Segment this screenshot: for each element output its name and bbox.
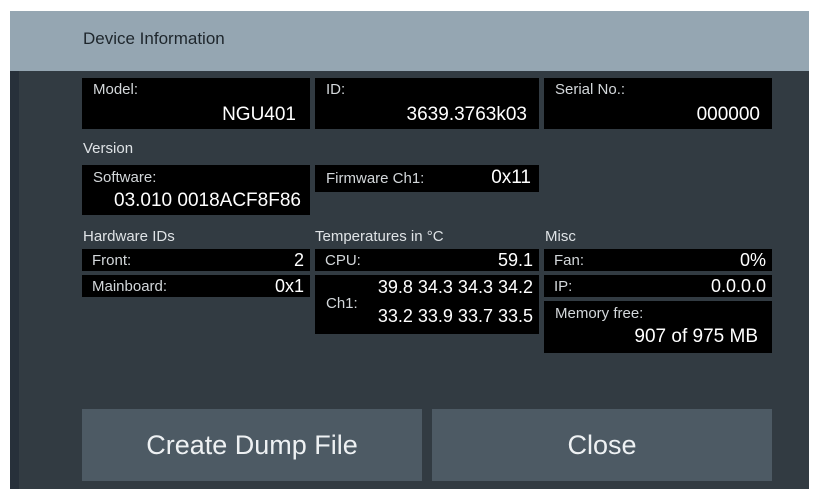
dialog-titlebar: Device Information bbox=[10, 11, 809, 71]
front-label: Front: bbox=[92, 252, 132, 269]
serial-label: Serial No.: bbox=[555, 81, 626, 98]
serial-value: 000000 bbox=[696, 104, 760, 125]
mainboard-value: 0x1 bbox=[274, 276, 304, 296]
cpu-label: CPU: bbox=[325, 252, 361, 269]
dialog-left-edge bbox=[10, 11, 19, 489]
dialog-title: Device Information bbox=[83, 29, 225, 48]
cpu-value: 59.1 bbox=[497, 250, 533, 270]
model-value: NGU401 bbox=[222, 104, 296, 125]
device-information-dialog: Device Information Model: NGU401 ID: 363… bbox=[10, 11, 809, 489]
close-button[interactable]: Close bbox=[432, 409, 772, 481]
hardware-ids-heading: Hardware IDs bbox=[83, 228, 175, 245]
ip-label: IP: bbox=[554, 278, 573, 295]
ip-value: 0.0.0.0 bbox=[710, 276, 766, 296]
serial-field: Serial No.: 000000 bbox=[544, 78, 772, 129]
firmware-value: 0x11 bbox=[491, 167, 531, 188]
fan-label: Fan: bbox=[554, 252, 585, 269]
version-heading: Version bbox=[83, 140, 134, 157]
software-field: Software: 03.010 0018ACF8F86 bbox=[82, 165, 310, 215]
fan-row: Fan: 0% bbox=[544, 249, 772, 271]
misc-heading: Misc bbox=[545, 228, 576, 245]
model-field: Model: NGU401 bbox=[82, 78, 310, 129]
memory-value: 907 of 975 MB bbox=[634, 326, 758, 347]
temperatures-heading: Temperatures in °C bbox=[315, 228, 444, 245]
create-dump-file-button[interactable]: Create Dump File bbox=[82, 409, 422, 481]
ch1-temp-field: Ch1: 39.8 34.3 34.3 34.2 33.2 33.9 33.7 … bbox=[315, 275, 539, 334]
ch1-line1: 39.8 34.3 34.3 34.2 bbox=[377, 277, 533, 297]
ch1-label: Ch1: bbox=[326, 295, 358, 312]
cpu-temp-row: CPU: 59.1 bbox=[315, 249, 539, 271]
memory-label: Memory free: bbox=[555, 305, 644, 322]
ip-row: IP: 0.0.0.0 bbox=[544, 275, 772, 297]
firmware-field: Firmware Ch1: 0x11 bbox=[315, 165, 539, 192]
mainboard-label: Mainboard: bbox=[92, 278, 168, 295]
id-field: ID: 3639.3763k03 bbox=[315, 78, 539, 129]
software-value: 03.010 0018ACF8F86 bbox=[114, 190, 301, 211]
id-value: 3639.3763k03 bbox=[406, 104, 527, 125]
memory-field: Memory free: 907 of 975 MB bbox=[544, 301, 772, 353]
firmware-label: Firmware Ch1: bbox=[326, 170, 425, 187]
fan-value: 0% bbox=[739, 250, 766, 270]
front-value: 2 bbox=[293, 250, 304, 270]
front-id-row: Front: 2 bbox=[82, 249, 310, 271]
model-label: Model: bbox=[93, 81, 139, 98]
software-label: Software: bbox=[93, 169, 157, 186]
ch1-line2: 33.2 33.9 33.7 33.5 bbox=[377, 306, 533, 326]
id-label: ID: bbox=[326, 81, 346, 98]
mainboard-id-row: Mainboard: 0x1 bbox=[82, 275, 310, 297]
